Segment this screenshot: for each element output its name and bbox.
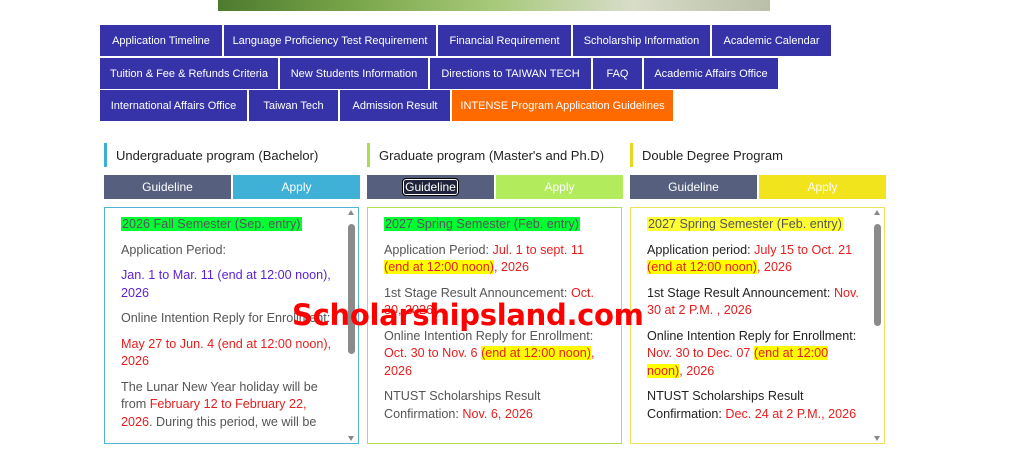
scrollbar[interactable] (873, 210, 882, 441)
nav-academic-affairs[interactable]: Academic Affairs Office (644, 58, 778, 89)
reply-dates: Oct. 30 to Nov. 6 (384, 346, 482, 360)
semester-badge: 2027 Spring Semester (Feb. entry) (384, 217, 580, 231)
semester-badge: 2026 Fall Semester (Sep. entry) (121, 217, 302, 231)
scroll-thumb[interactable] (348, 224, 355, 354)
panel-content: 2027 Spring Semester (Feb. entry) Applic… (647, 216, 867, 431)
apply-button[interactable]: Apply (233, 175, 360, 199)
application-period: Application period: July 15 to Oct. 21 (… (647, 242, 867, 277)
nav-international-affairs[interactable]: International Affairs Office (100, 90, 247, 121)
column-title: Graduate program (Master's and Ph.D) (367, 143, 623, 167)
result-label: 1st Stage Result Announcement: (647, 285, 834, 300)
application-dates: Jul. 1 to sept. 11 (492, 242, 584, 257)
application-period: Application Period: Jul. 1 to sept. 11 (… (384, 242, 604, 277)
column-title: Undergraduate program (Bachelor) (104, 143, 360, 167)
column-double-degree: Double Degree Program Guideline Apply 20… (630, 143, 886, 444)
scroll-up-icon[interactable] (348, 210, 354, 215)
column-graduate: Graduate program (Master's and Ph.D) Gui… (367, 143, 623, 444)
scroll-down-icon[interactable] (874, 436, 880, 441)
button-row: Guideline Apply (104, 175, 360, 199)
apply-button[interactable]: Apply (496, 175, 623, 199)
nav-application-timeline[interactable]: Application Timeline (100, 25, 222, 56)
guideline-label: Guideline (142, 180, 193, 194)
application-dates: Jan. 1 to Mar. 11 (end at 12:00 noon), 2… (121, 268, 331, 300)
apply-label: Apply (544, 180, 575, 194)
scholarship-result: NTUST Scholarships Result Confirmation: … (647, 388, 867, 423)
nav-financial-requirement[interactable]: Financial Requirement (438, 25, 571, 56)
reply-noon: (end at 12:00 noon) (481, 346, 591, 360)
application-label: Application Period: (384, 242, 493, 257)
column-title: Double Degree Program (630, 143, 886, 167)
reply-year: , 2026 (679, 363, 715, 378)
application-label: Application period: (647, 242, 755, 257)
guideline-button[interactable]: Guideline (367, 175, 494, 199)
nav-admission-result[interactable]: Admission Result (340, 90, 450, 121)
nav-language-requirement[interactable]: Language Proficiency Test Requirement (224, 25, 436, 56)
banner-image (218, 0, 770, 11)
scholarship-result: NTUST Scholarships Result Confirmation: … (384, 388, 604, 423)
scroll-thumb[interactable] (874, 224, 881, 326)
button-row: Guideline Apply (367, 175, 623, 199)
nav-row-1: Application Timeline Language Proficienc… (100, 25, 831, 56)
application-label: Application Period: (121, 242, 227, 257)
column-undergraduate: Undergraduate program (Bachelor) Guideli… (104, 143, 360, 444)
apply-button[interactable]: Apply (759, 175, 886, 199)
nav-intense-guidelines[interactable]: INTENSE Program Application Guidelines (452, 90, 673, 121)
reply-dates: Nov. 30 to Dec. 07 (647, 346, 754, 360)
reply-dates: May 27 to Jun. 4 (end at 12:00 noon), 20… (121, 336, 332, 369)
guideline-button[interactable]: Guideline (630, 175, 757, 199)
application-dates: July 15 to Oct. 21 (754, 242, 853, 257)
nav-new-students[interactable]: New Students Information (280, 58, 428, 89)
nav-scholarship-information[interactable]: Scholarship Information (573, 25, 710, 56)
application-year: , 2026 (756, 260, 792, 274)
nav-academic-calendar[interactable]: Academic Calendar (712, 25, 831, 56)
holiday-text-end: . During this period, we will be (149, 414, 317, 429)
button-row: Guideline Apply (630, 175, 886, 199)
guideline-label: Guideline (402, 178, 459, 196)
reply-period: Online Intention Reply for Enrollment: N… (647, 328, 867, 381)
scholarship-date: Nov. 6, 2026 (462, 406, 533, 421)
timeline-panel[interactable]: 2027 Spring Semester (Feb. entry) Applic… (630, 207, 885, 444)
guideline-label: Guideline (668, 180, 719, 194)
reply-period: Online Intention Reply for Enrollment: O… (384, 328, 604, 381)
scroll-up-icon[interactable] (874, 210, 880, 215)
nav-row-3: International Affairs Office Taiwan Tech… (100, 90, 673, 121)
scroll-down-icon[interactable] (348, 436, 354, 441)
application-noon: (end at 12:00 noon) (384, 260, 494, 274)
semester-badge: 2027 Spring Semester (Feb. entry) (647, 217, 843, 231)
application-noon: (end at 12:00 noon) (647, 260, 757, 274)
nav-tuition-fee[interactable]: Tuition & Fee & Refunds Criteria (100, 58, 278, 89)
nav-faq[interactable]: FAQ (593, 58, 642, 89)
reply-label: Online Intention Reply for Enrollment: (647, 328, 857, 343)
holiday-note: The Lunar New Year holiday will be from … (121, 379, 341, 432)
nav-directions[interactable]: Directions to TAIWAN TECH (430, 58, 591, 89)
application-year: , 2026 (493, 260, 529, 274)
watermark-text: Scholarshipsland.com (292, 298, 644, 332)
scholarship-date: Dec. 24 at 2 P.M., 2026 (725, 406, 857, 421)
apply-label: Apply (807, 180, 838, 194)
result-announcement: 1st Stage Result Announcement: Nov. 30 a… (647, 285, 867, 320)
nav-taiwan-tech[interactable]: Taiwan Tech (249, 90, 338, 121)
nav-row-2: Tuition & Fee & Refunds Criteria New Stu… (100, 58, 778, 89)
guideline-button[interactable]: Guideline (104, 175, 231, 199)
apply-label: Apply (281, 180, 312, 194)
